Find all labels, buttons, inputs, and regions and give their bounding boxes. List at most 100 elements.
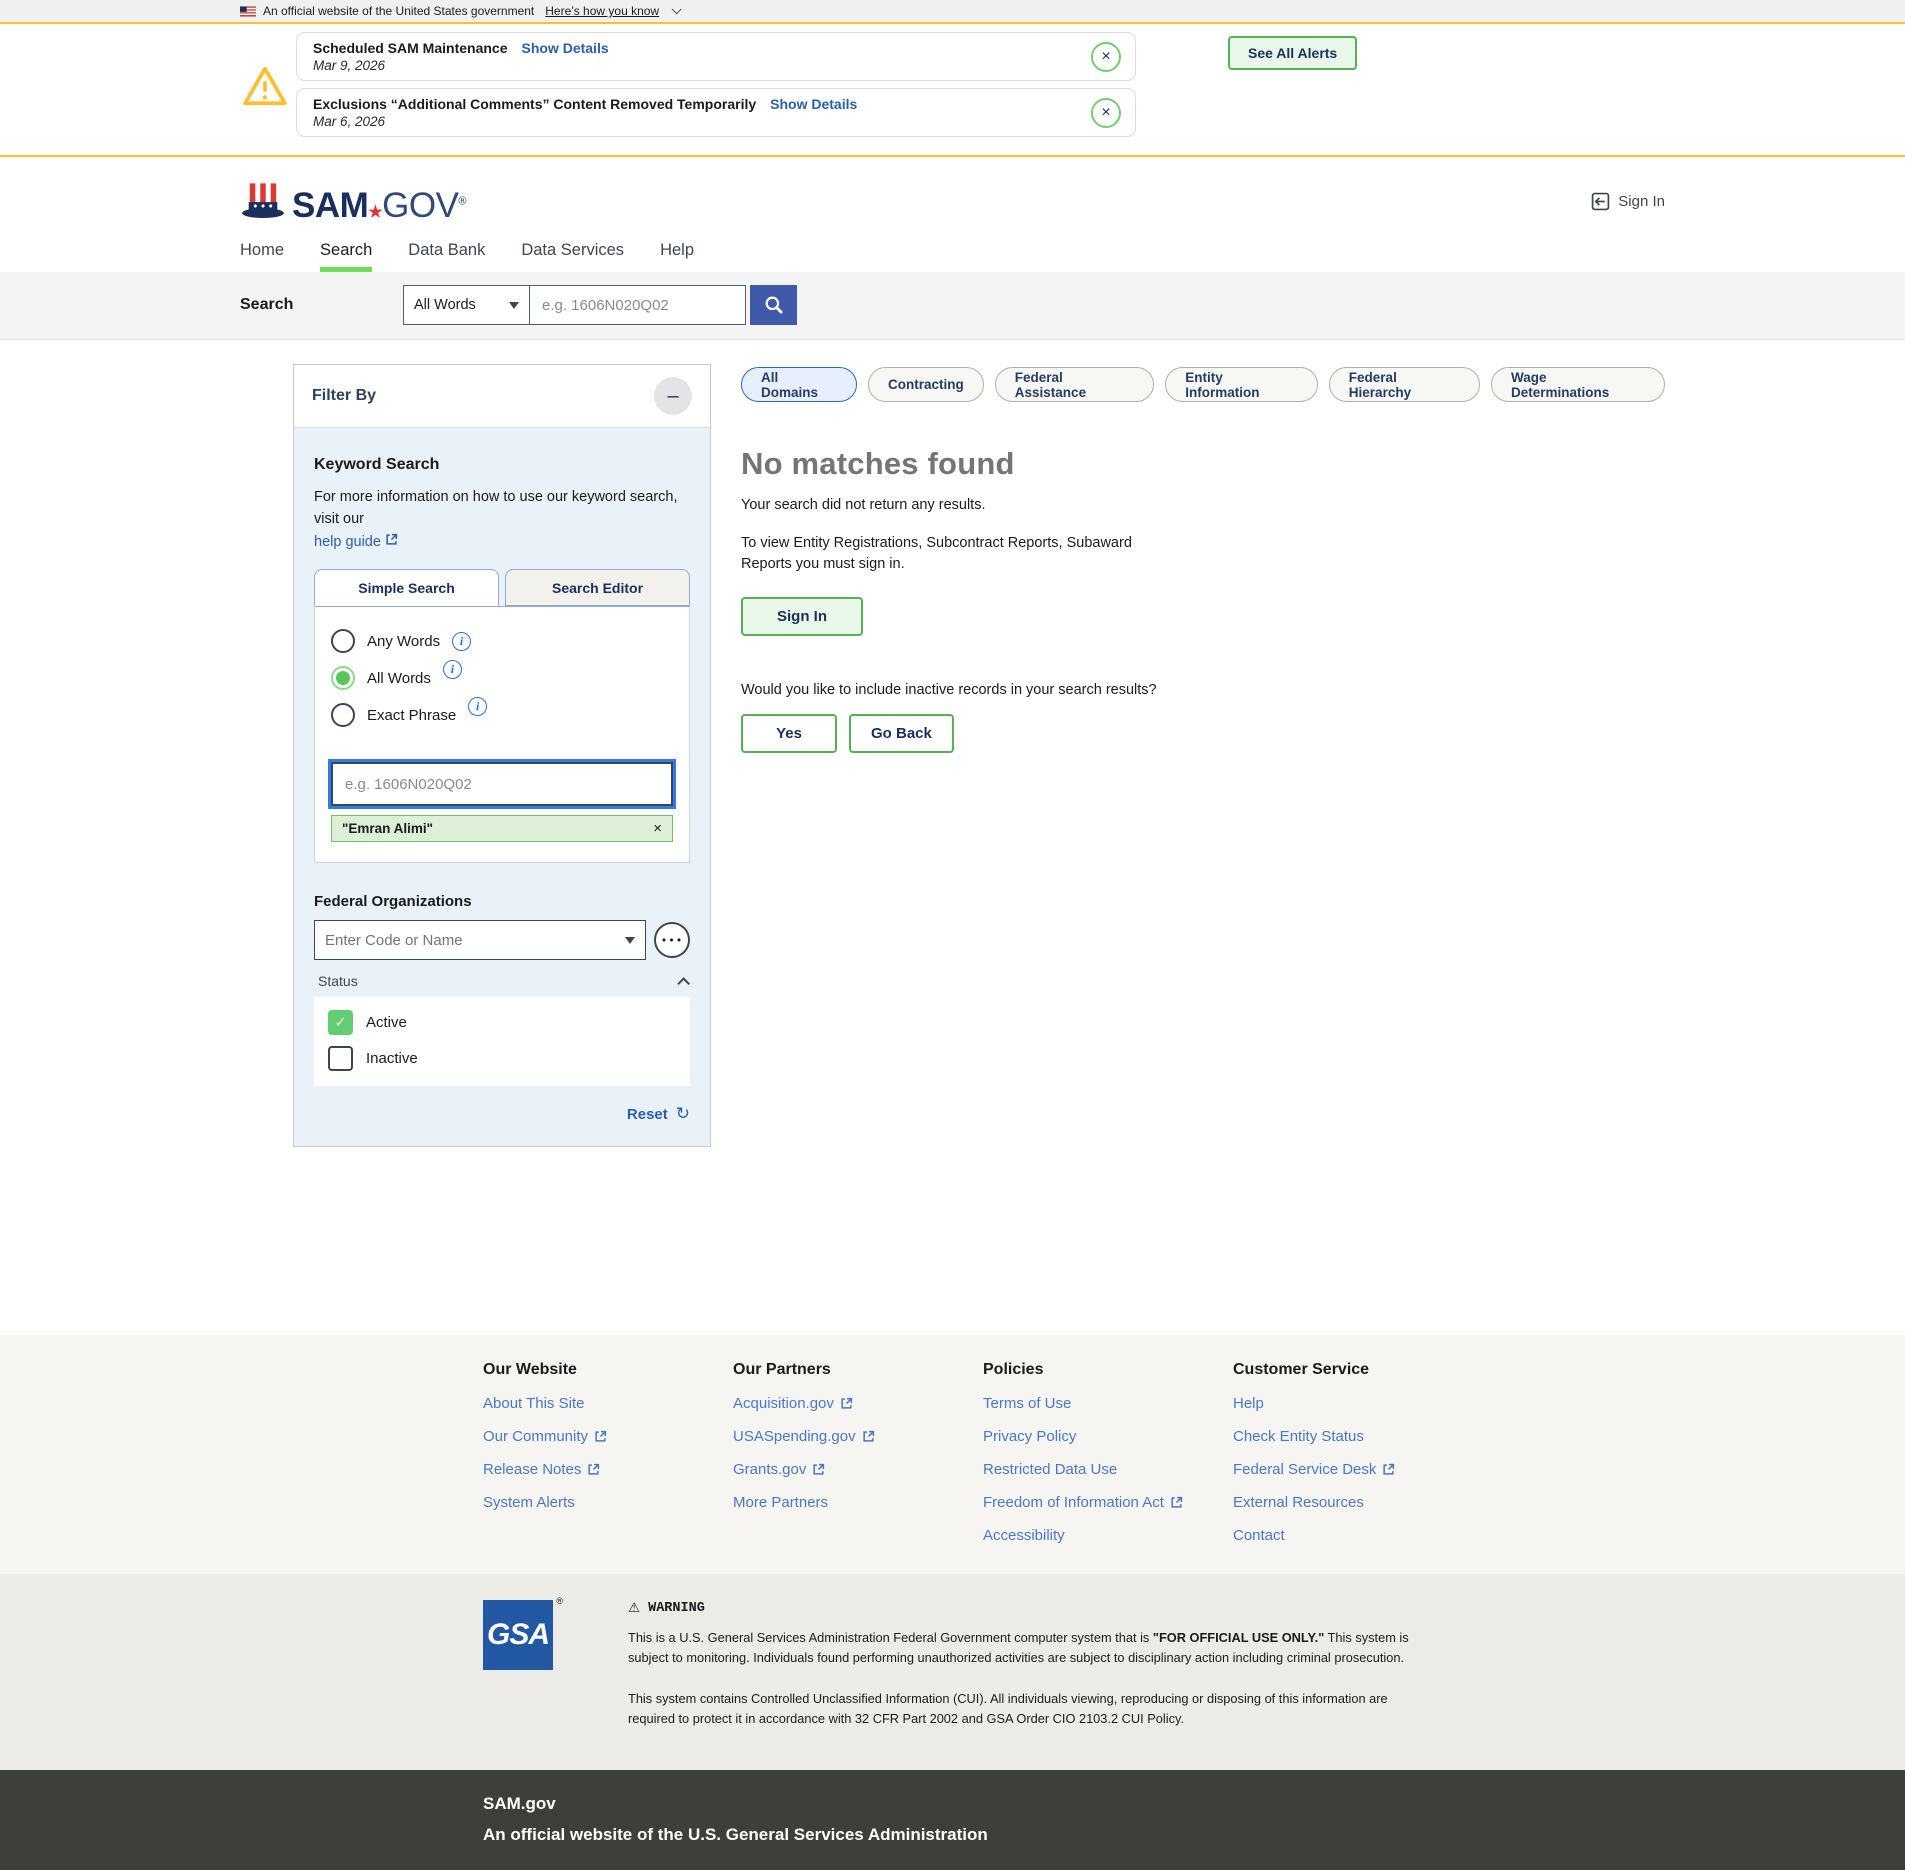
footer-link-system-alerts[interactable]: System Alerts: [483, 1494, 733, 1511]
tab-simple-search[interactable]: Simple Search: [314, 569, 499, 606]
footer-link-contact[interactable]: Contact: [1233, 1527, 1483, 1544]
footer-link-help[interactable]: Help: [1233, 1395, 1483, 1412]
footer-link-external-resources[interactable]: External Resources: [1233, 1494, 1483, 1511]
domain-tab-federal-hierarchy[interactable]: Federal Hierarchy: [1329, 367, 1480, 402]
footer-site-name: SAM.gov: [483, 1794, 1665, 1814]
yes-button[interactable]: Yes: [741, 714, 837, 753]
sign-in-button[interactable]: Sign In: [741, 597, 863, 636]
search-type-select[interactable]: All Words: [403, 285, 530, 325]
search-band: Search All Words: [0, 272, 1905, 340]
keyword-chip: "Emran Alimi" ×: [331, 815, 673, 842]
footer-link-federal-service-desk[interactable]: Federal Service Desk: [1233, 1461, 1483, 1478]
radio-exact-phrase[interactable]: [331, 703, 355, 727]
alert-close-icon[interactable]: ×: [1091, 98, 1121, 128]
nav-item-search[interactable]: Search: [320, 241, 372, 272]
warning-block: ⚠ WARNING This is a U.S. General Service…: [628, 1600, 1428, 1730]
banner-how-link[interactable]: Here’s how you know: [545, 4, 659, 18]
nav-item-data-bank[interactable]: Data Bank: [408, 241, 485, 272]
external-link-icon: [812, 1463, 825, 1476]
footer-heading: Policies: [983, 1361, 1233, 1379]
footer-link-release-notes[interactable]: Release Notes: [483, 1461, 733, 1478]
radio-any-words[interactable]: [331, 629, 355, 653]
search-submit-button[interactable]: [750, 285, 797, 325]
external-link-icon: [587, 1463, 600, 1476]
info-icon[interactable]: i: [443, 660, 462, 679]
radio-all-words[interactable]: [331, 666, 355, 690]
checkbox-label: Active: [366, 1014, 407, 1031]
go-back-button[interactable]: Go Back: [849, 714, 954, 753]
footer-tagline: An official website of the U.S. General …: [483, 1825, 1665, 1845]
chevron-down-icon: [672, 4, 682, 14]
warning-icon: ⚠: [628, 1600, 640, 1616]
reset-filters[interactable]: Reset ↻: [314, 1104, 690, 1124]
footer-col-customer-service: Customer Service Help Check Entity Statu…: [1233, 1361, 1483, 1544]
reset-icon: ↻: [676, 1104, 690, 1124]
alert-show-details-link[interactable]: Show Details: [770, 96, 857, 112]
more-options-icon[interactable]: •••: [654, 922, 690, 958]
footer-link-accessibility[interactable]: Accessibility: [983, 1527, 1233, 1544]
footer-link-restricted-data-use[interactable]: Restricted Data Use: [983, 1461, 1233, 1478]
checkbox-active[interactable]: ✓: [328, 1010, 353, 1035]
footer-link-privacy-policy[interactable]: Privacy Policy: [983, 1428, 1233, 1445]
checkbox-inactive[interactable]: [328, 1046, 353, 1071]
footer-col-our-partners: Our Partners Acquisition.gov USASpending…: [733, 1361, 983, 1544]
alert-title: Exclusions “Additional Comments” Content…: [313, 96, 756, 112]
footer-heading: Our Website: [483, 1361, 733, 1379]
domain-tab-entity-information[interactable]: Entity Information: [1165, 367, 1318, 402]
domain-tab-federal-assistance[interactable]: Federal Assistance: [995, 367, 1154, 402]
keyword-input[interactable]: [331, 762, 673, 806]
footer-link-terms-of-use[interactable]: Terms of Use: [983, 1395, 1233, 1412]
help-guide-link[interactable]: help guide: [314, 534, 381, 550]
us-flag-icon: [240, 6, 256, 17]
footer-link-about-this-site[interactable]: About This Site: [483, 1395, 733, 1412]
domain-tab-contracting[interactable]: Contracting: [868, 367, 984, 402]
domain-tab-wage-determinations[interactable]: Wage Determinations: [1491, 367, 1665, 402]
main-nav: Home Search Data Bank Data Services Help: [240, 241, 1665, 272]
footer-link-foia[interactable]: Freedom of Information Act: [983, 1494, 1233, 1511]
info-icon[interactable]: i: [468, 697, 487, 716]
footer-link-more-partners[interactable]: More Partners: [733, 1494, 983, 1511]
nav-item-help[interactable]: Help: [660, 241, 694, 272]
radio-label: All Words: [367, 670, 431, 687]
simple-search-panel: Any Words i All Words i Exact Phrase i: [314, 606, 690, 863]
alert-date: Mar 9, 2026: [313, 58, 1075, 73]
footer-link-acquisition-gov[interactable]: Acquisition.gov: [733, 1395, 983, 1412]
external-link-icon: [840, 1397, 853, 1410]
search-input[interactable]: [530, 285, 746, 325]
nav-item-data-services[interactable]: Data Services: [521, 241, 624, 272]
federal-organizations-heading: Federal Organizations: [314, 893, 690, 910]
warning-paragraph-2: This system contains Controlled Unclassi…: [628, 1689, 1428, 1730]
nav-item-home[interactable]: Home: [240, 241, 284, 272]
logo-wordmark: SAM★GOV®: [292, 188, 466, 223]
samgov-logo[interactable]: SAM★GOV®: [240, 179, 466, 223]
caret-down-icon: [625, 937, 635, 944]
footer-link-our-community[interactable]: Our Community: [483, 1428, 733, 1445]
collapse-filters-icon[interactable]: –: [654, 377, 692, 415]
keyword-search-heading: Keyword Search: [314, 456, 690, 474]
chip-close-icon[interactable]: ×: [653, 820, 662, 837]
footer-link-check-entity-status[interactable]: Check Entity Status: [1233, 1428, 1483, 1445]
alerts-section: Scheduled SAM Maintenance Show Details M…: [0, 22, 1905, 157]
status-options: ✓ Active Inactive: [314, 997, 690, 1086]
footer-link-usaspending-gov[interactable]: USASpending.gov: [733, 1428, 983, 1445]
search-icon: [763, 294, 785, 316]
status-label: Status: [318, 973, 358, 989]
no-results-subtitle: Your search did not return any results.: [741, 497, 1665, 513]
tab-search-editor[interactable]: Search Editor: [505, 569, 690, 606]
see-all-alerts-button[interactable]: See All Alerts: [1228, 36, 1357, 70]
federal-org-select[interactable]: Enter Code or Name: [314, 920, 646, 960]
sign-in-note: To view Entity Registrations, Subcontrac…: [741, 533, 1186, 575]
chevron-up-icon: [677, 977, 690, 990]
alert-close-icon[interactable]: ×: [1091, 42, 1121, 72]
sign-in-label: Sign In: [1618, 193, 1665, 210]
footer-link-grants-gov[interactable]: Grants.gov: [733, 1461, 983, 1478]
alert-date: Mar 6, 2026: [313, 114, 1075, 129]
footer-links-section: Our Website About This Site Our Communit…: [0, 1335, 1905, 1574]
info-icon[interactable]: i: [452, 632, 471, 651]
federal-org-placeholder: Enter Code or Name: [325, 932, 463, 949]
status-section-toggle[interactable]: Status: [314, 973, 690, 989]
header-sign-in[interactable]: Sign In: [1591, 192, 1665, 211]
domain-tab-all-domains[interactable]: All Domains: [741, 367, 857, 402]
keyword-tabs: Simple Search Search Editor: [314, 569, 690, 606]
alert-show-details-link[interactable]: Show Details: [521, 40, 608, 56]
